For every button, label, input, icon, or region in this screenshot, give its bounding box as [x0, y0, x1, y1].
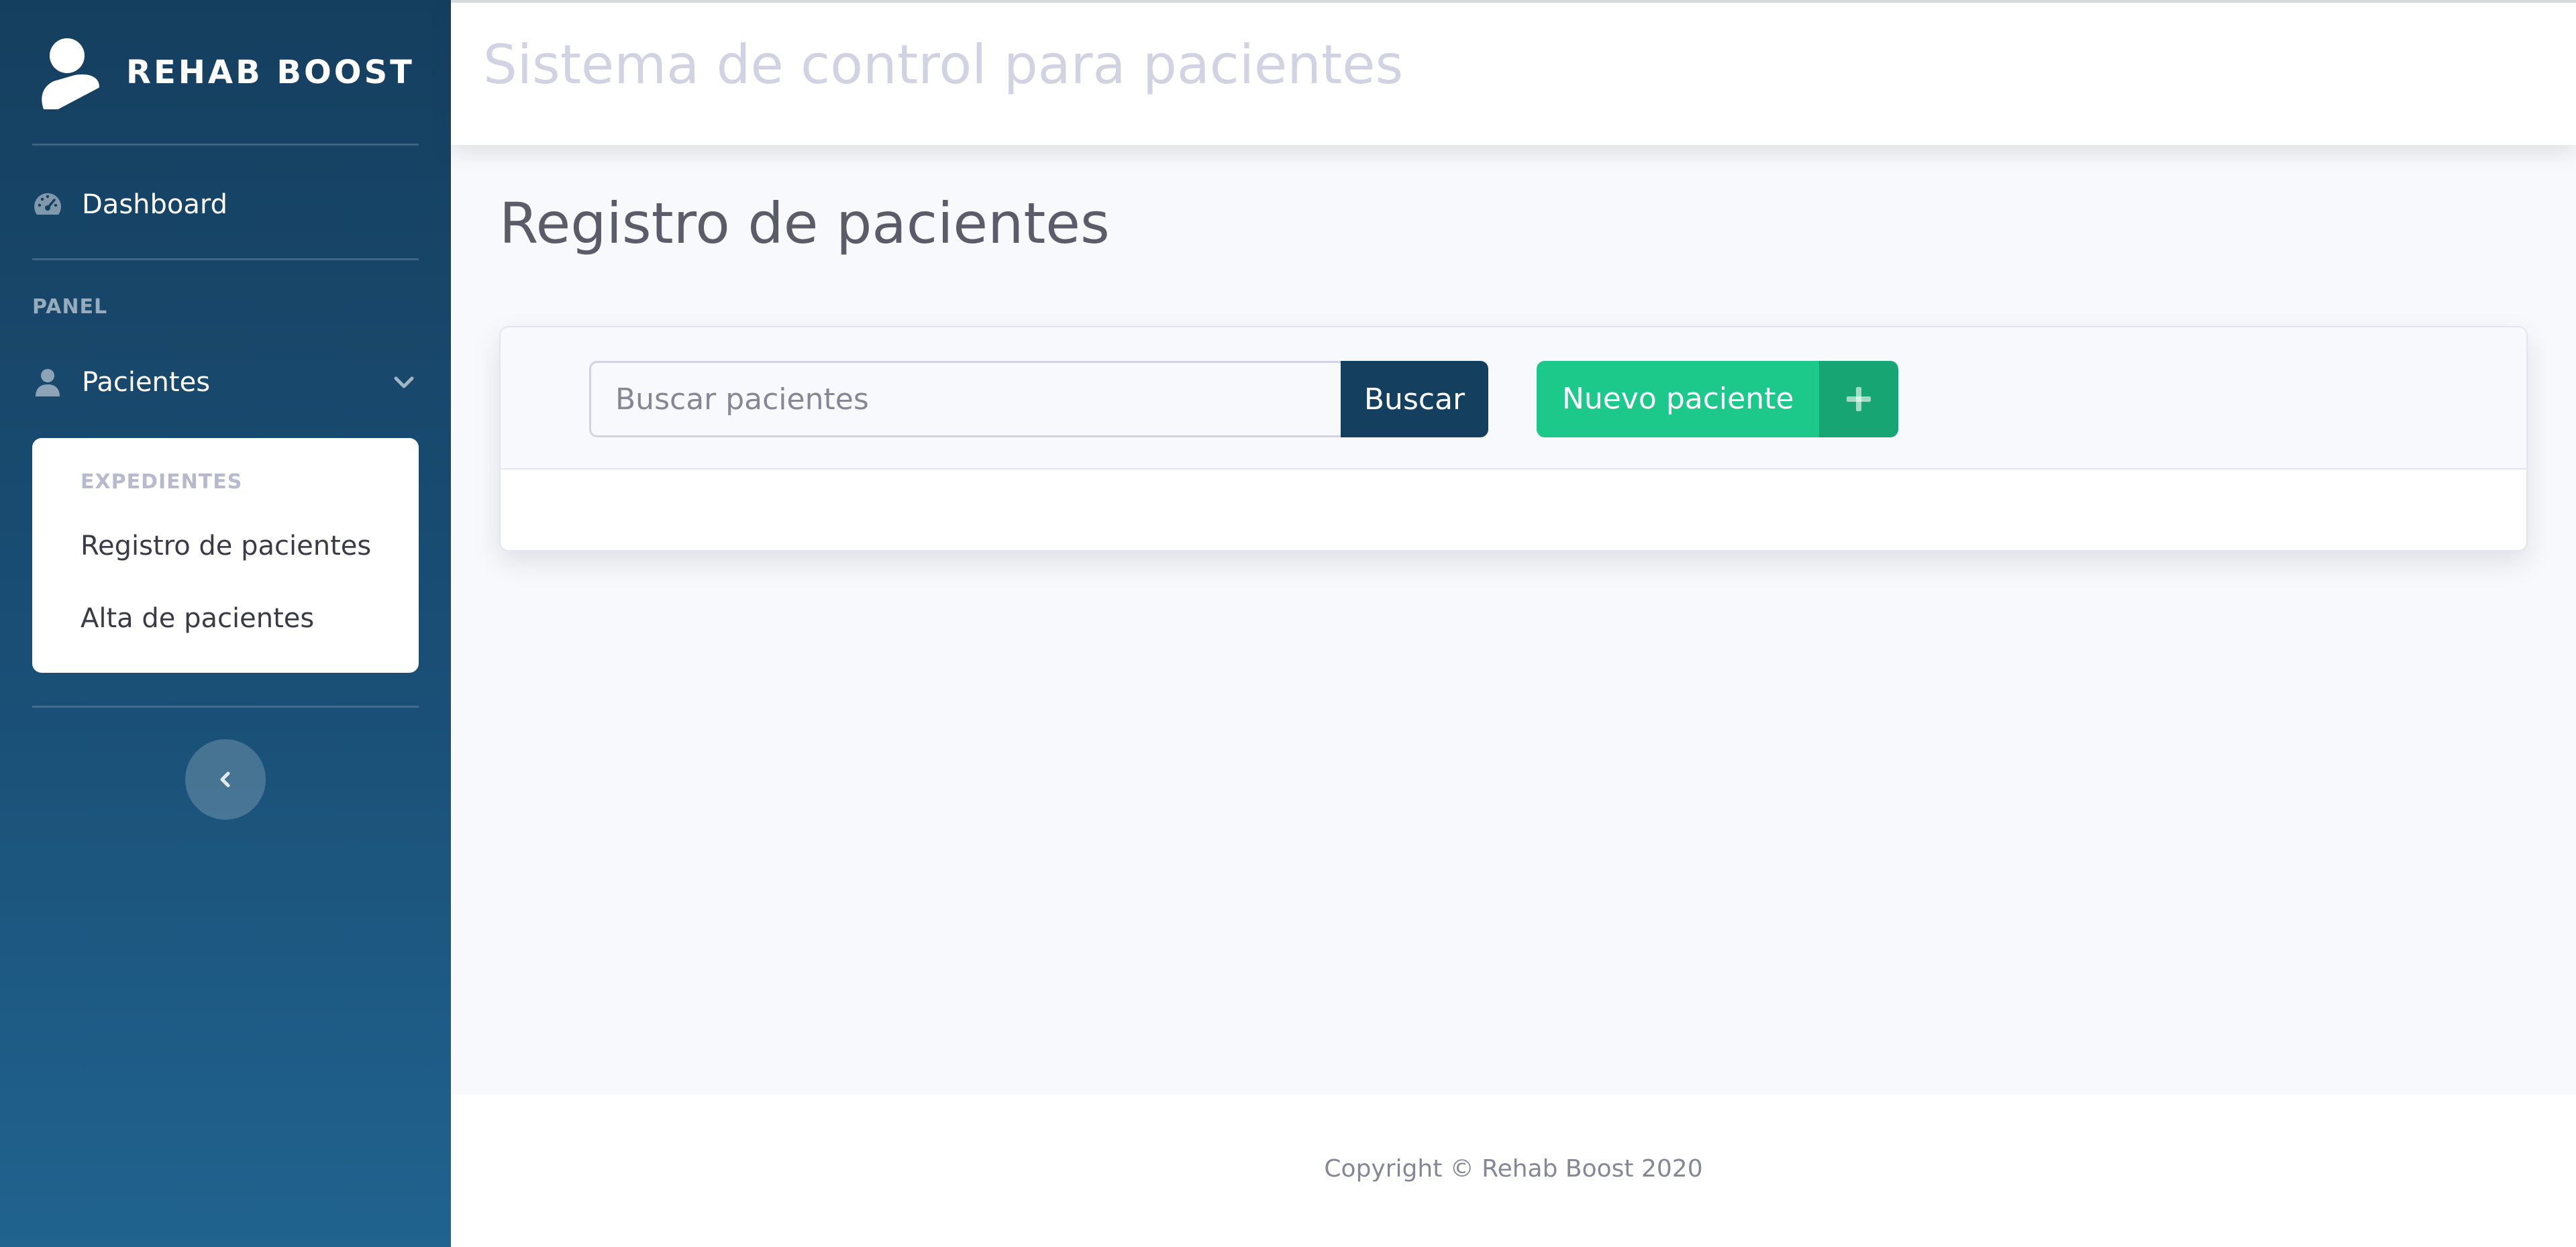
sidebar: REHAB BOOST Dashboard PANEL Pacientes EX…: [0, 0, 451, 1247]
footer: Copyright © Rehab Boost 2020: [451, 1095, 2576, 1247]
plus-icon: [1819, 361, 1899, 437]
sidebar-heading: PANEL: [32, 295, 108, 319]
sidebar-divider: [32, 258, 419, 260]
sidebar-brand[interactable]: REHAB BOOST: [0, 0, 451, 145]
card-header: Buscar Nuevo paciente: [501, 327, 2526, 470]
collapse-header: EXPEDIENTES: [81, 470, 243, 494]
chevron-down-icon: [394, 376, 414, 388]
search-input[interactable]: [589, 361, 1341, 437]
collapse-item-alta[interactable]: Alta de pacientes: [81, 593, 419, 665]
new-patient-label: Nuevo paciente: [1537, 361, 1820, 437]
sidebar-item-pacientes[interactable]: Pacientes: [32, 352, 419, 413]
sidebar-divider: [32, 706, 419, 708]
brand-name: REHAB BOOST: [126, 54, 415, 91]
patients-card: Buscar Nuevo paciente: [499, 326, 2528, 551]
user-icon: [42, 38, 99, 109]
sidebar-item-label: Pacientes: [82, 367, 211, 398]
user-icon: [36, 369, 60, 396]
sidebar-collapse-menu: EXPEDIENTES Registro de pacientes Alta d…: [32, 438, 419, 673]
sidebar-item-label: Dashboard: [82, 189, 228, 220]
tachometer-icon: [34, 193, 61, 215]
main-content: Registro de pacientes Buscar Nuevo pacie…: [451, 145, 2576, 1095]
chevron-left-icon: [220, 771, 230, 788]
footer-copyright: Copyright © Rehab Boost 2020: [1324, 1155, 1703, 1183]
sidebar-toggle-button[interactable]: [185, 739, 266, 820]
sidebar-item-dashboard[interactable]: Dashboard: [32, 174, 419, 235]
collapse-item-registro[interactable]: Registro de pacientes: [81, 521, 419, 593]
topbar-title: Sistema de control para pacientes: [483, 34, 1404, 96]
sidebar-divider: [32, 144, 419, 146]
search-button[interactable]: Buscar: [1341, 361, 1488, 437]
search-group: Buscar: [589, 361, 1488, 437]
topbar: Sistema de control para pacientes: [451, 0, 2576, 145]
page-title: Registro de pacientes: [499, 191, 1110, 256]
new-patient-button[interactable]: Nuevo paciente: [1537, 361, 1899, 437]
